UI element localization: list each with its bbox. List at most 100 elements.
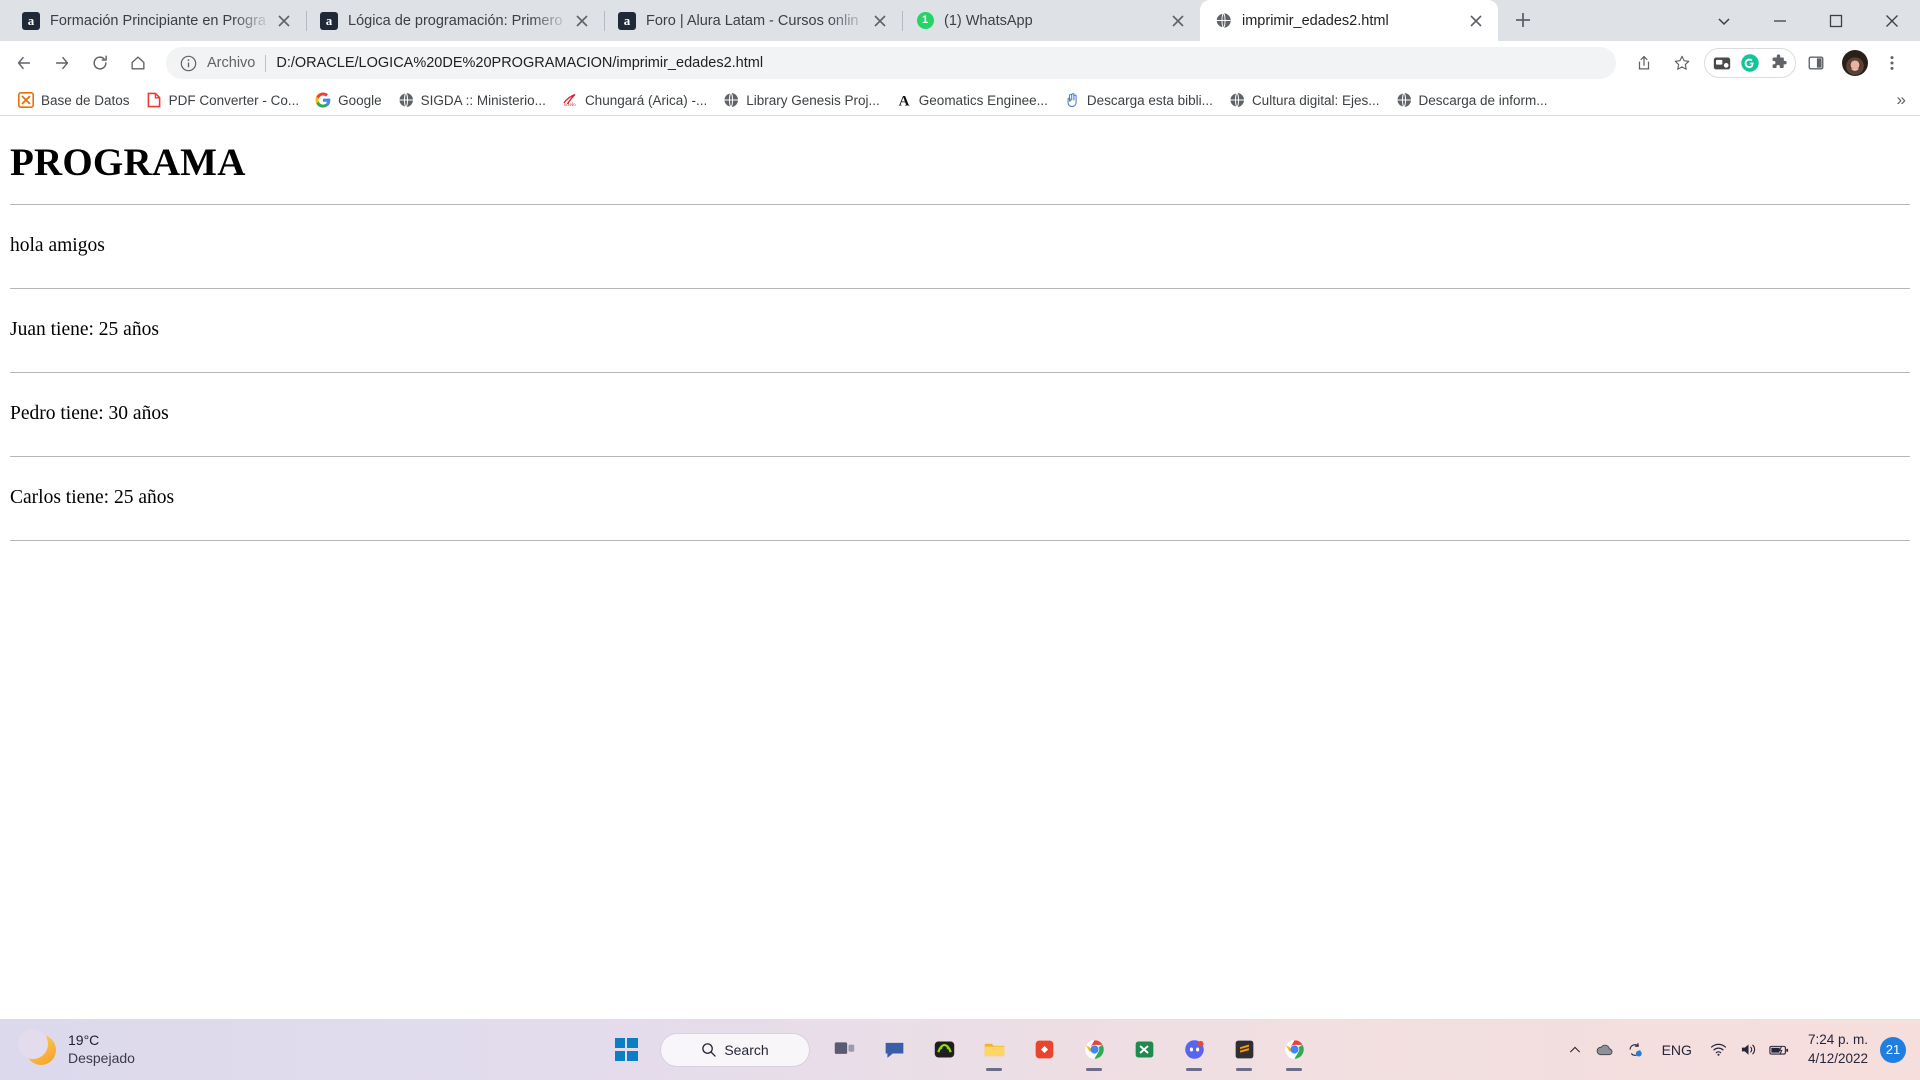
db-icon — [18, 92, 34, 108]
chrome-active-icon[interactable] — [1272, 1028, 1316, 1072]
globe-icon — [1229, 92, 1245, 108]
bookmark-label: SIGDA :: Ministerio... — [420, 92, 546, 108]
favicon-letter: a — [22, 11, 40, 30]
alura-icon: a — [618, 11, 636, 30]
globe-icon — [1396, 92, 1412, 108]
divider — [10, 204, 1910, 205]
window-controls — [1696, 0, 1920, 41]
clock[interactable]: 7:24 p. m. 4/12/2022 — [1794, 1031, 1878, 1067]
sublime-text-icon[interactable] — [1222, 1028, 1266, 1072]
three-dot-menu-icon[interactable] — [1874, 45, 1910, 81]
address-bar[interactable]: Archivo D:/ORACLE/LOGICA%20DE%20PROGRAMA… — [166, 47, 1616, 79]
bookmark-item[interactable]: Google — [307, 88, 390, 112]
chrome-icon[interactable] — [1072, 1028, 1116, 1072]
close-icon[interactable] — [868, 9, 892, 33]
chevron-up-icon[interactable] — [1560, 1030, 1590, 1070]
close-icon[interactable] — [272, 9, 296, 33]
back-arrow-icon[interactable] — [6, 45, 42, 81]
taskbar-search[interactable]: Search — [660, 1032, 810, 1067]
browser-tab[interactable]: a Lógica de programación: Primero — [306, 0, 604, 41]
info-circle-icon[interactable] — [180, 55, 197, 72]
language-indicator[interactable]: ENG — [1650, 1042, 1704, 1058]
favicon-badge: 1 — [916, 12, 934, 29]
task-view-icon[interactable] — [822, 1028, 866, 1072]
divider — [10, 540, 1910, 541]
side-panel-icon[interactable] — [1798, 45, 1834, 81]
share-icon[interactable] — [1626, 45, 1662, 81]
bookmark-label: Descarga de inform... — [1418, 92, 1548, 108]
screen-recorder-extension-icon[interactable] — [1709, 50, 1735, 76]
bookmark-item[interactable]: PDF Converter - Co... — [138, 88, 308, 112]
globe-icon — [398, 92, 414, 108]
url-text: D:/ORACLE/LOGICA%20DE%20PROGRAMACION/imp… — [276, 55, 764, 71]
puzzle-extensions-icon[interactable] — [1765, 50, 1791, 76]
globe-icon — [1214, 12, 1232, 30]
tab-title: Formación Principiante en Progra — [50, 12, 266, 29]
windows-taskbar: 19°C Despejado Search ENG 7:24 p. m. 4/1… — [0, 1019, 1920, 1080]
volume-icon[interactable] — [1734, 1030, 1764, 1070]
svg-text:scielo: scielo — [564, 103, 576, 108]
tab-search-icon[interactable] — [1696, 0, 1752, 41]
star-icon[interactable] — [1664, 45, 1700, 81]
grammarly-extension-icon[interactable] — [1737, 50, 1763, 76]
bookmark-item[interactable]: SIGDA :: Ministerio... — [390, 88, 554, 112]
home-icon[interactable] — [120, 45, 156, 81]
hand-icon — [1064, 92, 1080, 108]
bookmark-item[interactable]: Library Genesis Proj... — [715, 88, 888, 112]
weather-widget[interactable]: 19°C Despejado — [0, 1028, 135, 1067]
bookmark-label: PDF Converter - Co... — [168, 92, 300, 108]
google-icon — [315, 92, 331, 108]
battery-charging-icon[interactable] — [1764, 1030, 1794, 1070]
bookmark-label: Geomatics Enginee... — [918, 92, 1048, 108]
bookmark-item[interactable]: Descarga esta bibli... — [1056, 88, 1221, 112]
close-window-icon[interactable] — [1864, 0, 1920, 41]
onedrive-icon[interactable] — [1590, 1030, 1620, 1070]
browser-window: a Formación Principiante en Progra a Lóg… — [0, 0, 1920, 1019]
new-tab-button[interactable] — [1506, 3, 1540, 37]
bookmarks-overflow-button[interactable]: » — [1889, 90, 1914, 110]
divider — [10, 372, 1910, 373]
bookmark-item[interactable]: scielo Chungará (Arica) -... — [554, 88, 715, 112]
alura-icon: a — [320, 11, 338, 30]
minimize-icon[interactable] — [1752, 0, 1808, 41]
reload-icon[interactable] — [82, 45, 118, 81]
close-icon[interactable] — [570, 9, 594, 33]
bookmark-item[interactable]: Descarga de inform... — [1388, 88, 1556, 112]
profile-avatar[interactable] — [1842, 50, 1868, 76]
browser-tab-active[interactable]: imprimir_edades2.html — [1200, 0, 1498, 41]
bookmark-label: Cultura digital: Ejes... — [1251, 92, 1380, 108]
content-line: Pedro tiene: 30 años — [10, 403, 169, 424]
bookmark-item[interactable]: Cultura digital: Ejes... — [1221, 88, 1388, 112]
tab-title: (1) WhatsApp — [944, 12, 1033, 29]
bookmark-label: Chungará (Arica) -... — [584, 92, 708, 108]
browser-tab[interactable]: a Foro | Alura Latam - Cursos onlin — [604, 0, 902, 41]
forward-arrow-icon[interactable] — [44, 45, 80, 81]
bookmark-label: Descarga esta bibli... — [1086, 92, 1213, 108]
pdf-app-icon[interactable] — [1022, 1028, 1066, 1072]
bookmark-label: Google — [338, 92, 382, 108]
browser-tab[interactable]: a Formación Principiante en Progra — [8, 0, 306, 41]
close-icon[interactable] — [1464, 9, 1488, 33]
excel-app-icon[interactable] — [1122, 1028, 1166, 1072]
file-explorer-icon[interactable] — [972, 1028, 1016, 1072]
teams-chat-icon[interactable] — [872, 1028, 916, 1072]
windows-start-icon[interactable] — [604, 1028, 648, 1072]
letter-a-icon: A — [896, 92, 912, 109]
scielo-icon: scielo — [562, 92, 578, 108]
maximize-icon[interactable] — [1808, 0, 1864, 41]
bookmark-item[interactable]: Base de Datos — [10, 88, 138, 112]
sync-icon[interactable] — [1620, 1030, 1650, 1070]
tab-title: Lógica de programación: Primero — [348, 12, 563, 29]
system-tray: ENG 7:24 p. m. 4/12/2022 21 — [1560, 1030, 1920, 1070]
favicon-letter: a — [618, 11, 636, 30]
bookmark-item[interactable]: A Geomatics Enginee... — [888, 88, 1056, 112]
close-icon[interactable] — [1166, 9, 1190, 33]
notification-badge[interactable]: 21 — [1880, 1036, 1906, 1063]
tab-title: imprimir_edades2.html — [1242, 12, 1389, 29]
clock-date: 4/12/2022 — [1807, 1050, 1868, 1066]
discord-icon[interactable] — [1172, 1028, 1216, 1072]
search-icon — [702, 1043, 717, 1057]
wifi-icon[interactable] — [1704, 1030, 1734, 1070]
xbox-icon[interactable] — [922, 1028, 966, 1072]
browser-tab[interactable]: 1 (1) WhatsApp — [902, 0, 1200, 41]
